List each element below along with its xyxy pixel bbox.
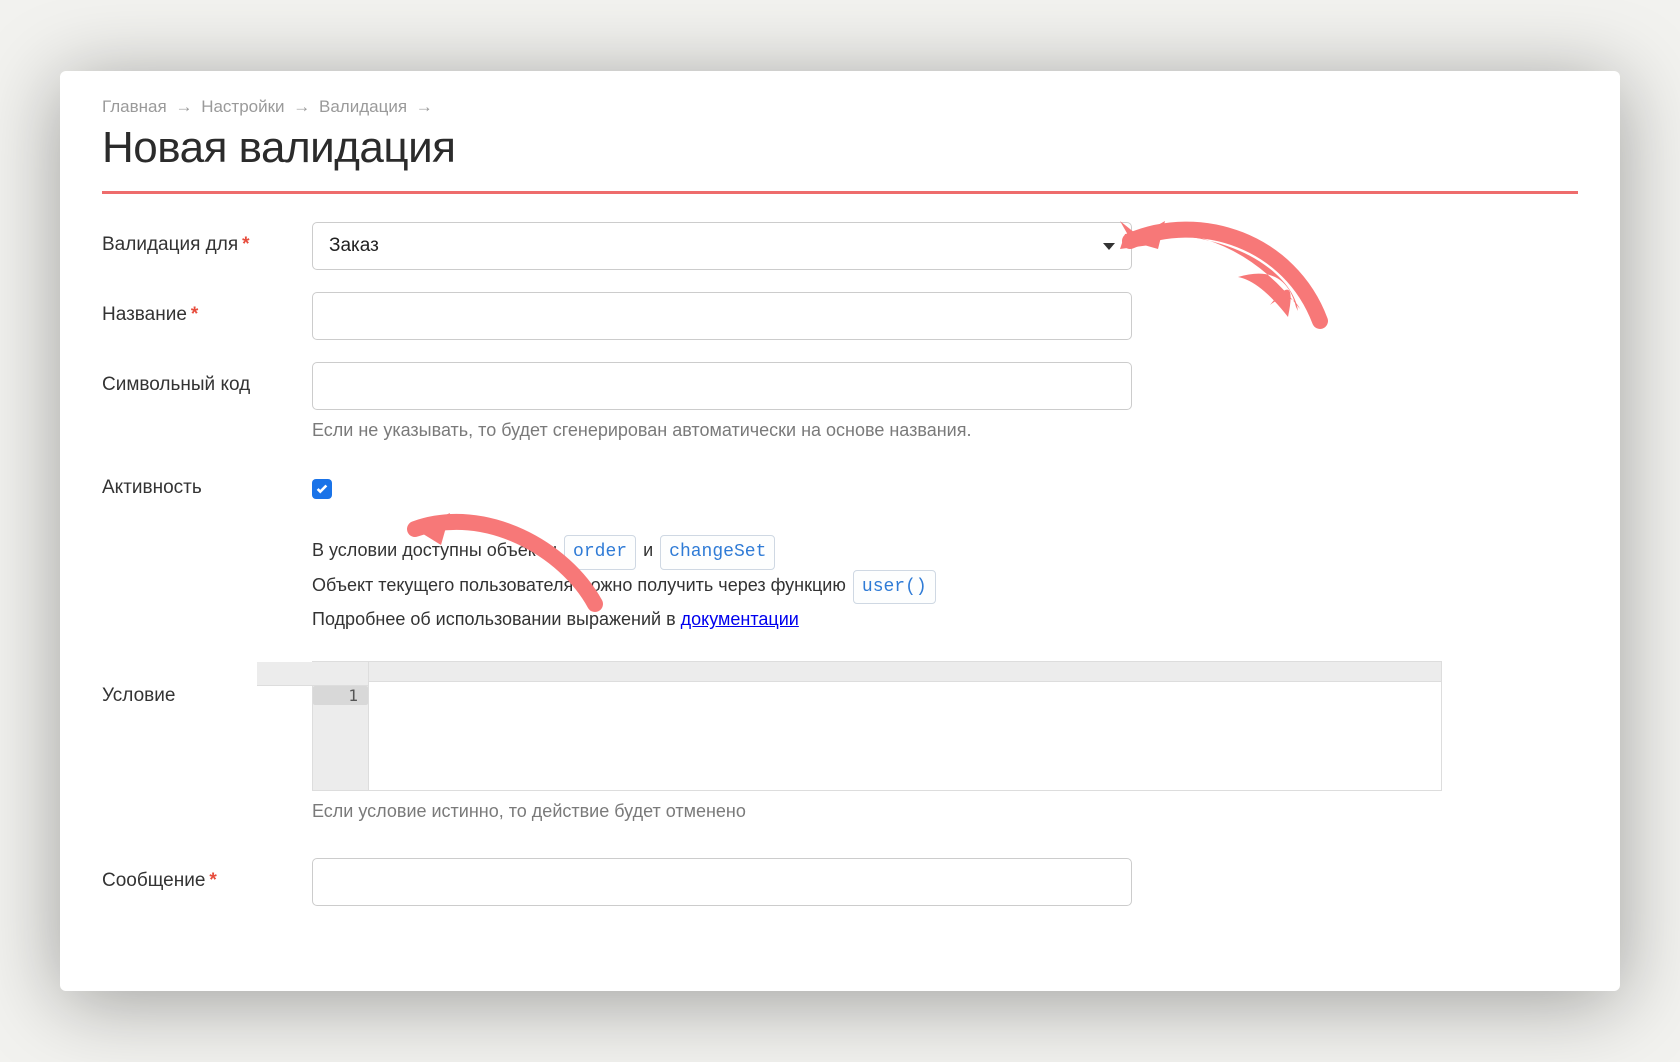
form-panel: Главная → Настройки → Валидация → Новая … [60, 71, 1620, 991]
breadcrumb-home[interactable]: Главная [102, 97, 167, 116]
info-block: В условии доступны объекты order и chang… [312, 535, 1442, 635]
name-label: Название [102, 304, 187, 325]
changeset-code-tag: changeSet [660, 535, 775, 570]
condition-label: Условие [102, 685, 175, 706]
validation-for-value: Заказ [329, 235, 379, 257]
message-input[interactable] [312, 858, 1132, 906]
required-mark: * [209, 870, 216, 891]
breadcrumb-validation[interactable]: Валидация [319, 97, 407, 116]
order-code-tag: order [564, 535, 636, 570]
code-gutter: 1 [313, 662, 369, 790]
caret-down-icon [1103, 243, 1115, 250]
required-mark: * [242, 234, 249, 255]
required-mark: * [191, 304, 198, 325]
condition-code-editor[interactable]: 1 [312, 661, 1442, 791]
name-input[interactable] [312, 292, 1132, 340]
message-label: Сообщение [102, 870, 205, 891]
validation-for-label: Валидация для [102, 234, 238, 255]
page-title: Новая валидация [102, 123, 1578, 173]
code-editor-body[interactable] [369, 662, 1441, 790]
documentation-link[interactable]: документации [681, 609, 799, 629]
code-hint: Если не указывать, то будет сгенерирован… [312, 420, 1132, 441]
breadcrumb-separator: → [293, 97, 310, 116]
active-checkbox[interactable] [312, 479, 332, 499]
userfn-code-tag: user() [853, 570, 936, 605]
info-line1-prefix: В условии доступны объекты [312, 540, 557, 560]
breadcrumb: Главная → Настройки → Валидация → [102, 97, 1578, 117]
breadcrumb-settings[interactable]: Настройки [201, 97, 284, 116]
breadcrumb-separator: → [175, 97, 192, 116]
breadcrumb-separator: → [416, 97, 433, 116]
info-line3-prefix: Подробнее об использовании выражений в [312, 609, 676, 629]
condition-hint: Если условие истинно, то действие будет … [312, 801, 1442, 822]
info-line2-prefix: Объект текущего пользователя можно получ… [312, 575, 846, 595]
info-and: и [643, 540, 653, 560]
code-input[interactable] [312, 362, 1132, 410]
line-number: 1 [313, 686, 368, 705]
title-underline [102, 191, 1578, 194]
code-label: Символьный код [102, 374, 250, 395]
active-label: Активность [102, 477, 202, 498]
check-icon [315, 482, 329, 496]
validation-for-select[interactable]: Заказ [312, 222, 1132, 270]
